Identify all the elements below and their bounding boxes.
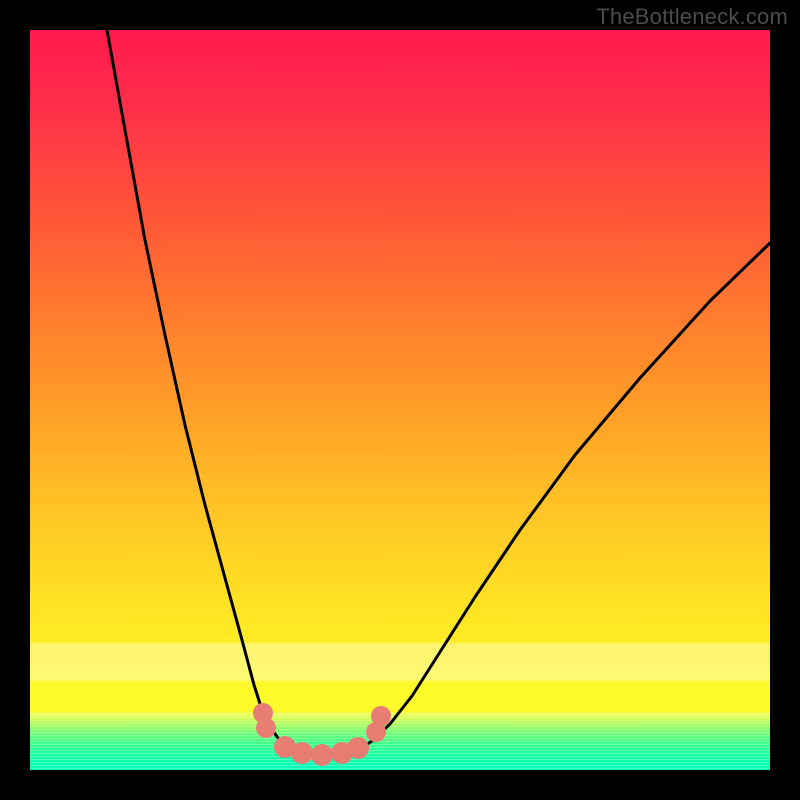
trough-marker bbox=[311, 744, 333, 766]
curve-group bbox=[107, 30, 770, 754]
plot-area bbox=[30, 30, 770, 770]
chart-frame: TheBottleneck.com bbox=[0, 0, 800, 800]
watermark-text: TheBottleneck.com bbox=[596, 4, 788, 30]
bottleneck-curve bbox=[107, 30, 770, 754]
trough-marker bbox=[371, 706, 391, 726]
trough-marker bbox=[347, 737, 369, 759]
trough-marker bbox=[291, 742, 313, 764]
curve-layer bbox=[30, 30, 770, 770]
trough-marker bbox=[256, 718, 276, 738]
